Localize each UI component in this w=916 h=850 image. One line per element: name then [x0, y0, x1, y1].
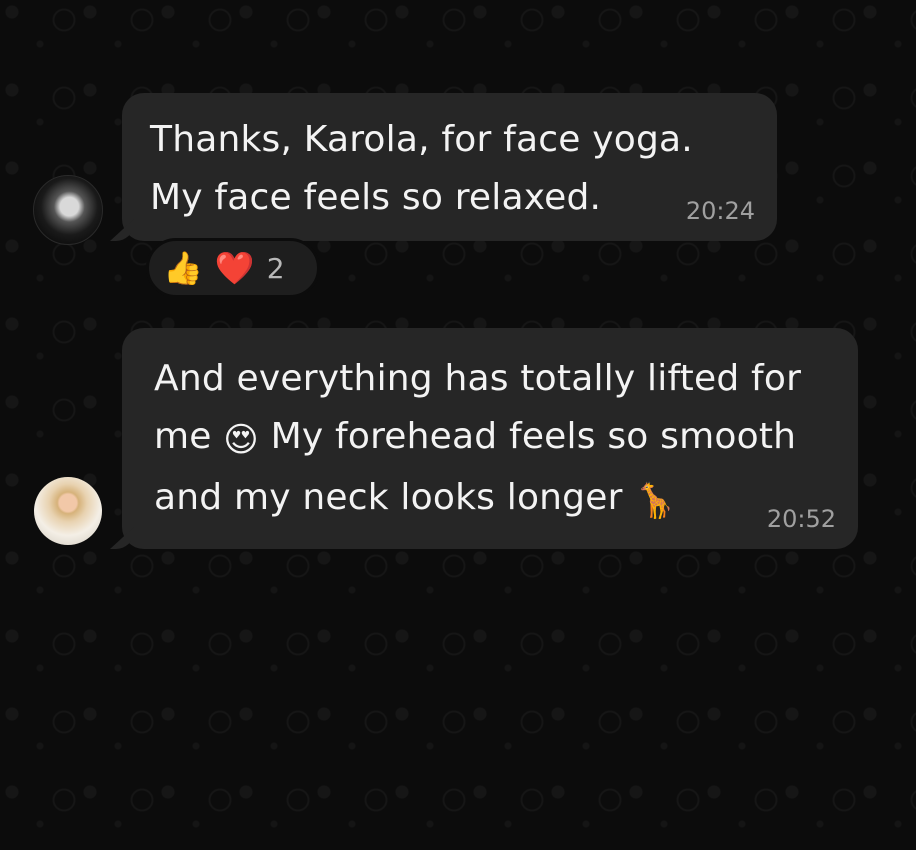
message-timestamp: 20:52: [766, 505, 836, 533]
message-bubble-1[interactable]: Thanks, Karola, for face yoga. My face f…: [110, 93, 777, 241]
message-text: And everything has totally lifted for me…: [154, 350, 830, 530]
reaction-count: 2: [266, 251, 285, 285]
sender-avatar-1[interactable]: [33, 175, 103, 245]
message-text: Thanks, Karola, for face yoga. My face f…: [150, 111, 710, 227]
heart-eyes-emoji-icon: 😍: [223, 420, 259, 460]
message-bubble-2[interactable]: And everything has totally lifted for me…: [110, 328, 858, 549]
heart-icon: ❤️: [214, 249, 255, 287]
reaction-pill[interactable]: 👍 ❤️ 2: [146, 238, 320, 298]
bubble-tail: [110, 219, 134, 241]
message-line-1: Thanks, Karola, for face yoga.: [150, 119, 693, 160]
sender-avatar-2[interactable]: [34, 477, 102, 545]
message-timestamp: 20:24: [685, 197, 755, 225]
chat-background: Thanks, Karola, for face yoga. My face f…: [0, 0, 916, 850]
giraffe-emoji-icon: 🦒: [634, 481, 677, 521]
thumbs-up-icon: 👍: [163, 249, 203, 287]
bubble-tail: [110, 527, 134, 549]
message-line-2: My face feels so relaxed.: [150, 177, 602, 218]
